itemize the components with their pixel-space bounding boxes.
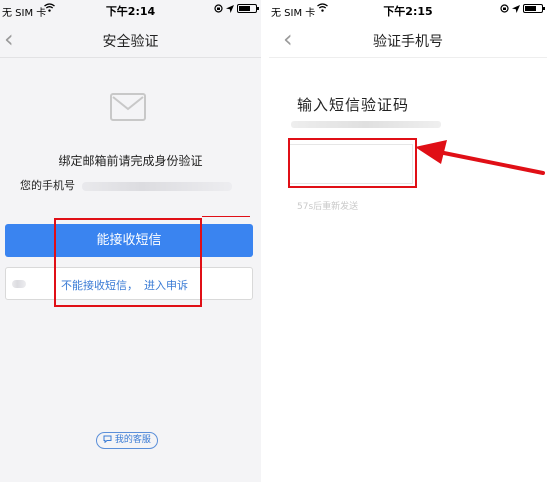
mail-icon bbox=[110, 93, 146, 121]
security-verify-screen: 无 SIM 卡 下午2:14 ‹ 安全验证 绑定邮箱前请完成身份验证 您的手机号… bbox=[0, 0, 261, 482]
verify-phone-screen: 无 SIM 卡 下午2:15 ‹ 验证手机号 输入短信验证码 57s后重新发送 bbox=[269, 0, 547, 482]
battery-icon bbox=[237, 4, 259, 13]
battery-icon bbox=[523, 4, 545, 13]
nav-bar: ‹ 安全验证 bbox=[0, 22, 261, 58]
phone-number-line: 您的手机号 bbox=[20, 177, 232, 193]
status-bar: 无 SIM 卡 下午2:14 bbox=[0, 0, 261, 20]
page-title: 验证手机号 bbox=[373, 34, 443, 50]
orientation-lock-icon bbox=[214, 4, 223, 13]
nav-bar: ‹ 验证手机号 bbox=[269, 22, 547, 58]
orientation-lock-icon bbox=[500, 4, 509, 13]
phone-prefix-label: 您的手机号 bbox=[20, 179, 75, 192]
annotation-highlight-box bbox=[288, 138, 417, 188]
status-bar: 无 SIM 卡 下午2:15 bbox=[269, 0, 547, 20]
annotation-highlight-box bbox=[54, 218, 202, 307]
page-title: 安全验证 bbox=[102, 34, 159, 50]
sms-code-label: 输入短信验证码 bbox=[297, 96, 410, 114]
location-icon bbox=[512, 4, 520, 13]
masked-phone-number bbox=[81, 181, 232, 191]
chat-bubble-icon bbox=[103, 435, 112, 444]
annotation-arrow-icon bbox=[415, 140, 545, 175]
verify-instruction: 绑定邮箱前请完成身份验证 bbox=[58, 154, 203, 168]
resend-countdown: 57s后重新发送 bbox=[297, 202, 359, 212]
customer-service-label: 我的客服 bbox=[114, 435, 151, 445]
location-icon bbox=[226, 4, 234, 13]
masked-placeholder bbox=[12, 280, 26, 288]
masked-phone-number bbox=[291, 121, 441, 128]
annotation-line bbox=[202, 216, 250, 217]
customer-service-button[interactable]: 我的客服 bbox=[96, 432, 158, 449]
